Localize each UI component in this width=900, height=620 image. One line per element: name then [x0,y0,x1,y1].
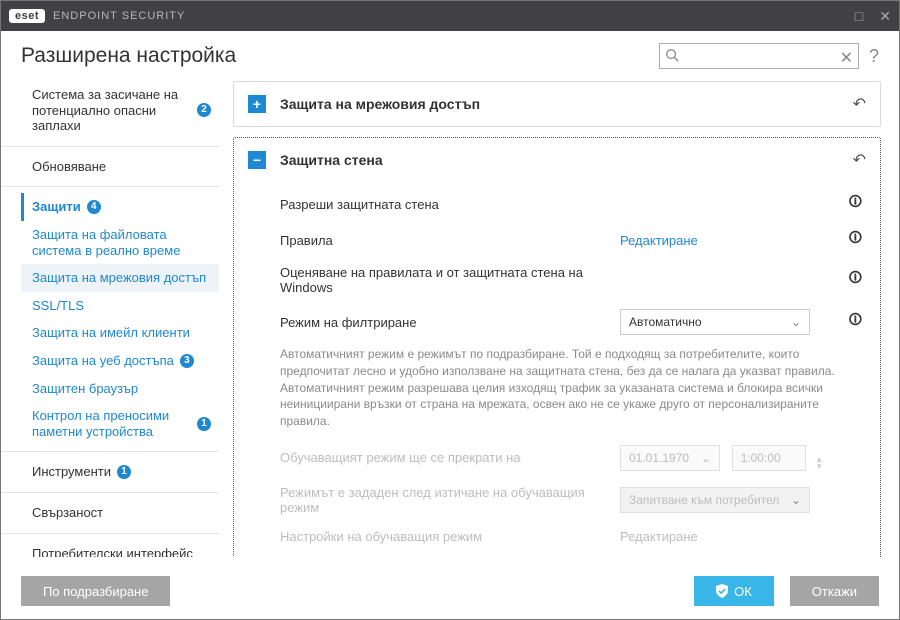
panel-header-firewall[interactable]: − Защитна стена ↶ [234,138,880,182]
sidebar-item-email-client[interactable]: Защита на имейл клиенти [21,319,219,347]
window-maximize-icon[interactable]: □ [855,8,863,25]
collapse-icon: − [248,151,266,169]
select-value: Автоматично [629,315,702,329]
badge: 1 [117,465,131,479]
expand-icon: + [248,95,266,113]
chevron-down-icon: ⌄ [791,493,801,507]
row-enable-firewall: Разреши защитната стена 🛈 [280,186,862,222]
info-icon[interactable]: 🛈 [849,229,862,251]
cancel-button[interactable]: Откажи [790,576,879,606]
ok-button[interactable]: ОК [694,576,774,606]
sidebar-item-ssl-tls[interactable]: SSL/TLS [21,292,219,320]
sidebar-item-label: Потребителски интерфейс [32,546,193,558]
product-name: ENDPOINT SECURITY [53,10,185,22]
brand-logo: eset [9,9,45,23]
sidebar-item-update[interactable]: Обновяване [21,153,219,181]
filter-mode-select[interactable]: Автоматично ⌄ [620,309,810,335]
panel-title: Защитна стена [280,152,383,168]
sidebar-item-protections[interactable]: Защити 4 [21,193,219,221]
panel-header-network-access[interactable]: + Защита на мрежовия достъп ↶ [234,82,880,126]
window-close-icon[interactable]: ✕ [879,8,891,25]
row-rules: Правила Редактиране 🛈 [280,222,862,258]
main-content: + Защита на мрежовия достъп ↶ − Защитна … [223,81,899,557]
setting-label: Обучаващият режим ще се прекрати на [280,450,620,465]
row-eval-windows-rules: Оценяване на правилата и от защитната ст… [280,258,862,302]
time-spinner: ▲▼ [815,456,823,470]
sidebar-item-tools[interactable]: Инструменти 1 [21,458,219,486]
setting-label: Разреши защитната стена [280,197,620,212]
info-icon[interactable]: 🛈 [849,193,862,215]
page-title: Разширена настройка [21,44,236,68]
sidebar-item-secure-browser[interactable]: Защитен браузър [21,375,219,403]
filter-mode-description: Автоматичният режим е режимът по подразб… [280,342,862,438]
setting-label: Правила [280,233,620,248]
header: Разширена настройка ✕ ? [1,31,899,81]
subsection-app-change-detection[interactable]: + Откриване на промяна в приложението ↶ … [280,551,862,557]
sidebar-item-detection-engine[interactable]: Система за засичане на потенциално опасн… [21,81,219,140]
ok-label: ОК [734,584,752,599]
row-mode-after-learning: Режимът е зададен след изтичане на обуча… [280,478,862,522]
sidebar-item-label: Свързаност [32,505,103,521]
search-icon [665,48,679,65]
badge: 4 [87,200,101,214]
sidebar-item-label: Защити [32,199,81,215]
sidebar-item-ui[interactable]: Потребителски интерфейс [21,540,219,558]
row-learning-end: Обучаващият режим ще се прекрати на 01.0… [280,438,862,478]
undo-icon[interactable]: ↶ [853,150,866,170]
learning-settings-edit-link: Редактиране [620,529,698,544]
chevron-down-icon: ⌄ [701,451,711,465]
info-icon[interactable]: 🛈 [849,311,862,333]
footer: По подразбиране ОК Откажи [1,563,899,619]
row-filter-mode: Режим на филтриране Автоматично ⌄ 🛈 [280,302,862,342]
sidebar-item-label: Инструменти [32,464,111,480]
undo-icon[interactable]: ↶ [853,94,866,114]
titlebar: eset ENDPOINT SECURITY □ ✕ [1,1,899,31]
sidebar-item-label: Защита на файловата система в реално вре… [32,227,211,258]
panel-network-access: + Защита на мрежовия достъп ↶ [233,81,881,127]
sidebar-item-web-access[interactable]: Защита на уеб достъпа 3 [21,347,219,375]
sidebar-item-label: Система за засичане на потенциално опасн… [32,87,191,134]
badge: 1 [197,417,211,431]
sidebar-item-network-access[interactable]: Защита на мрежовия достъп [21,264,219,292]
sidebar: Система за засичане на потенциално опасн… [1,81,223,557]
setting-label: Режим на филтриране [280,315,620,330]
badge: 2 [197,103,211,117]
panel-firewall: − Защитна стена ↶ Разреши защитната стен… [233,137,881,557]
learning-end-time: 1:00:00 [732,445,806,471]
sidebar-item-connectivity[interactable]: Свързаност [21,499,219,527]
badge: 3 [180,354,194,368]
sidebar-item-label: Защита на мрежовия достъп [32,270,206,286]
search-box: ✕ [659,43,859,69]
sidebar-item-label: SSL/TLS [32,298,84,314]
row-learning-settings: Настройки на обучаващия режим Редактиран… [280,522,862,551]
select-value: Запитване към потребител [629,493,779,507]
setting-label: Оценяване на правилата и от защитната ст… [280,265,620,295]
sidebar-item-removable-media[interactable]: Контрол на преносими паметни устройства … [21,402,219,445]
rules-edit-link[interactable]: Редактиране [620,233,698,248]
sidebar-item-label: Контрол на преносими паметни устройства [32,408,191,439]
shield-icon [716,584,728,598]
search-clear-icon[interactable]: ✕ [840,48,853,68]
sidebar-item-label: Защита на имейл клиенти [32,325,190,341]
defaults-button[interactable]: По подразбиране [21,576,170,606]
mode-after-learning-select: Запитване към потребител ⌄ [620,487,810,513]
sidebar-item-label: Защита на уеб достъпа [32,353,174,369]
search-input[interactable] [659,43,859,69]
sidebar-item-label: Обновяване [32,159,106,175]
chevron-down-icon: ⌄ [791,315,801,329]
learning-end-date: 01.01.1970 ⌄ [620,445,720,471]
sidebar-item-realtime-fs[interactable]: Защита на файловата система в реално вре… [21,221,219,264]
help-icon[interactable]: ? [869,46,879,67]
setting-label: Настройки на обучаващия режим [280,529,620,544]
setting-label: Режимът е зададен след изтичане на обуча… [280,485,620,515]
sidebar-item-label: Защитен браузър [32,381,138,397]
panel-title: Защита на мрежовия достъп [280,96,480,112]
info-icon[interactable]: 🛈 [849,269,862,291]
